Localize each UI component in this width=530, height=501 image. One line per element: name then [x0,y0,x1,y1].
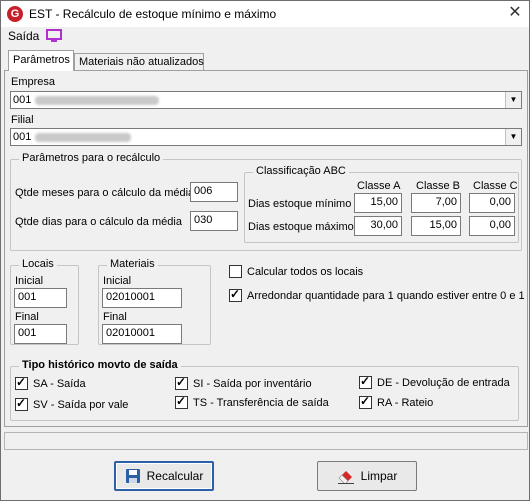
abc-group: Classificação ABC Classe A Classe B Clas… [244,165,519,243]
parametros-panel: Empresa 001 ▼ Filial 001 ▼ Parâmetros pa… [4,70,528,427]
check-icon: ✓ [360,374,371,388]
materiais-title: Materiais [107,258,158,270]
locais-group: Locais Inicial 001 Final 001 [10,258,79,345]
checkbox-box[interactable]: ✓ [229,287,242,302]
calcular-todos-checkbox[interactable]: Calcular todos os locais [229,265,363,278]
historico-sa-checkbox[interactable]: ✓ SA - Saída [15,375,86,390]
materiais-group: Materiais Inicial 02010001 Final 0201000… [98,258,211,345]
historico-sa-label: SA - Saída [33,378,86,390]
tab-parametros[interactable]: Parâmetros [8,50,74,71]
dias-label: Qtde dias para o cálculo da média [15,216,182,228]
check-icon: ✓ [176,375,187,389]
meses-label: Qtde meses para o cálculo da média [15,187,195,199]
arredondar-checkbox[interactable]: ✓ Arredondar quantidade para 1 quando est… [229,287,525,302]
checkbox-box[interactable]: ✓ [175,394,188,409]
tab-materiais-nao-atualizados[interactable]: Materiais não atualizados [74,53,204,71]
checkbox-box[interactable]: ✓ [359,374,372,389]
abc-min-a[interactable]: 15,00 [354,193,402,213]
historico-title: Tipo histórico movto de saída [19,359,181,371]
historico-si-checkbox[interactable]: ✓ SI - Saída por inventário [175,375,312,390]
empresa-label: Empresa [11,76,56,88]
save-icon [125,469,140,483]
historico-sv-checkbox[interactable]: ✓ SV - Saída por vale [15,396,129,411]
filial-select[interactable]: 001 ▼ [10,128,522,146]
locais-final-label: Final [15,311,39,323]
check-icon: ✓ [230,287,241,301]
limpar-button[interactable]: Limpar [317,461,417,491]
recalcular-label: Recalcular [146,469,204,483]
empresa-value: 001 [13,94,32,106]
historico-sv-label: SV - Saída por vale [33,399,129,411]
close-button[interactable]: ✕ [505,4,525,22]
checkbox-box[interactable] [229,265,242,278]
meses-input[interactable]: 006 [190,182,238,202]
abc-max-c[interactable]: 0,00 [469,216,515,236]
filial-value: 001 [13,131,32,143]
locais-final-input[interactable]: 001 [14,324,67,344]
abc-col-c: Classe C [473,180,518,192]
historico-ra-label: RA - Rateio [377,397,434,409]
abc-min-b[interactable]: 7,00 [411,193,461,213]
filial-label: Filial [11,114,34,126]
recalcular-button[interactable]: Recalcular [114,461,214,491]
eraser-icon [337,471,354,484]
filial-redacted [35,133,131,142]
historico-si-label: SI - Saída por inventário [193,378,312,390]
title-bar: G EST - Recálculo de estoque mínimo e má… [1,1,529,27]
dias-input[interactable]: 030 [190,211,238,231]
abc-max-label: Dias estoque máximo [248,221,354,233]
historico-ra-checkbox[interactable]: ✓ RA - Rateio [359,394,434,409]
checkbox-box[interactable]: ✓ [359,394,372,409]
status-bar [4,432,528,450]
monitor-icon[interactable] [46,29,62,43]
recalculo-title: Parâmetros para o recálculo [19,152,164,164]
arredondar-label: Arredondar quantidade para 1 quando esti… [247,290,525,302]
abc-min-label: Dias estoque mínimo [248,198,352,210]
calcular-todos-label: Calcular todos os locais [247,266,364,278]
checkbox-box[interactable]: ✓ [175,375,188,390]
app-logo-icon: G [7,6,23,22]
abc-col-b: Classe B [416,180,461,192]
locais-inicial-label: Inicial [15,275,44,287]
window-title: EST - Recálculo de estoque mínimo e máxi… [29,7,277,21]
abc-title: Classificação ABC [253,165,349,177]
check-icon: ✓ [176,394,187,408]
materiais-final-input[interactable]: 02010001 [102,324,182,344]
chevron-down-icon[interactable]: ▼ [505,92,521,108]
materiais-inicial-label: Inicial [103,275,132,287]
historico-group: Tipo histórico movto de saída ✓ SA - Saíd… [10,359,519,421]
locais-inicial-input[interactable]: 001 [14,288,67,308]
materiais-final-label: Final [103,311,127,323]
limpar-label: Limpar [360,469,398,483]
checkbox-box[interactable]: ✓ [15,396,28,411]
abc-max-a[interactable]: 30,00 [354,216,402,236]
abc-max-b[interactable]: 15,00 [411,216,461,236]
chevron-down-icon[interactable]: ▼ [505,129,521,145]
historico-ts-checkbox[interactable]: ✓ TS - Transferência de saída [175,394,329,409]
checkbox-box[interactable]: ✓ [15,375,28,390]
historico-de-checkbox[interactable]: ✓ DE - Devolução de entrada [359,374,510,389]
recalculo-group: Parâmetros para o recálculo Qtde meses p… [10,152,522,251]
check-icon: ✓ [360,394,371,408]
check-icon: ✓ [16,396,27,410]
empresa-select[interactable]: 001 ▼ [10,91,522,109]
menu-saida[interactable]: Saída [8,29,39,43]
check-icon: ✓ [16,375,27,389]
materiais-inicial-input[interactable]: 02010001 [102,288,182,308]
locais-title: Locais [19,258,57,270]
menu-bar: Saída [1,27,529,47]
abc-min-c[interactable]: 0,00 [469,193,515,213]
dialog-window: G EST - Recálculo de estoque mínimo e má… [0,0,530,501]
abc-col-a: Classe A [357,180,401,192]
historico-ts-label: TS - Transferência de saída [193,397,329,409]
empresa-redacted [35,96,159,105]
historico-de-label: DE - Devolução de entrada [377,377,510,389]
